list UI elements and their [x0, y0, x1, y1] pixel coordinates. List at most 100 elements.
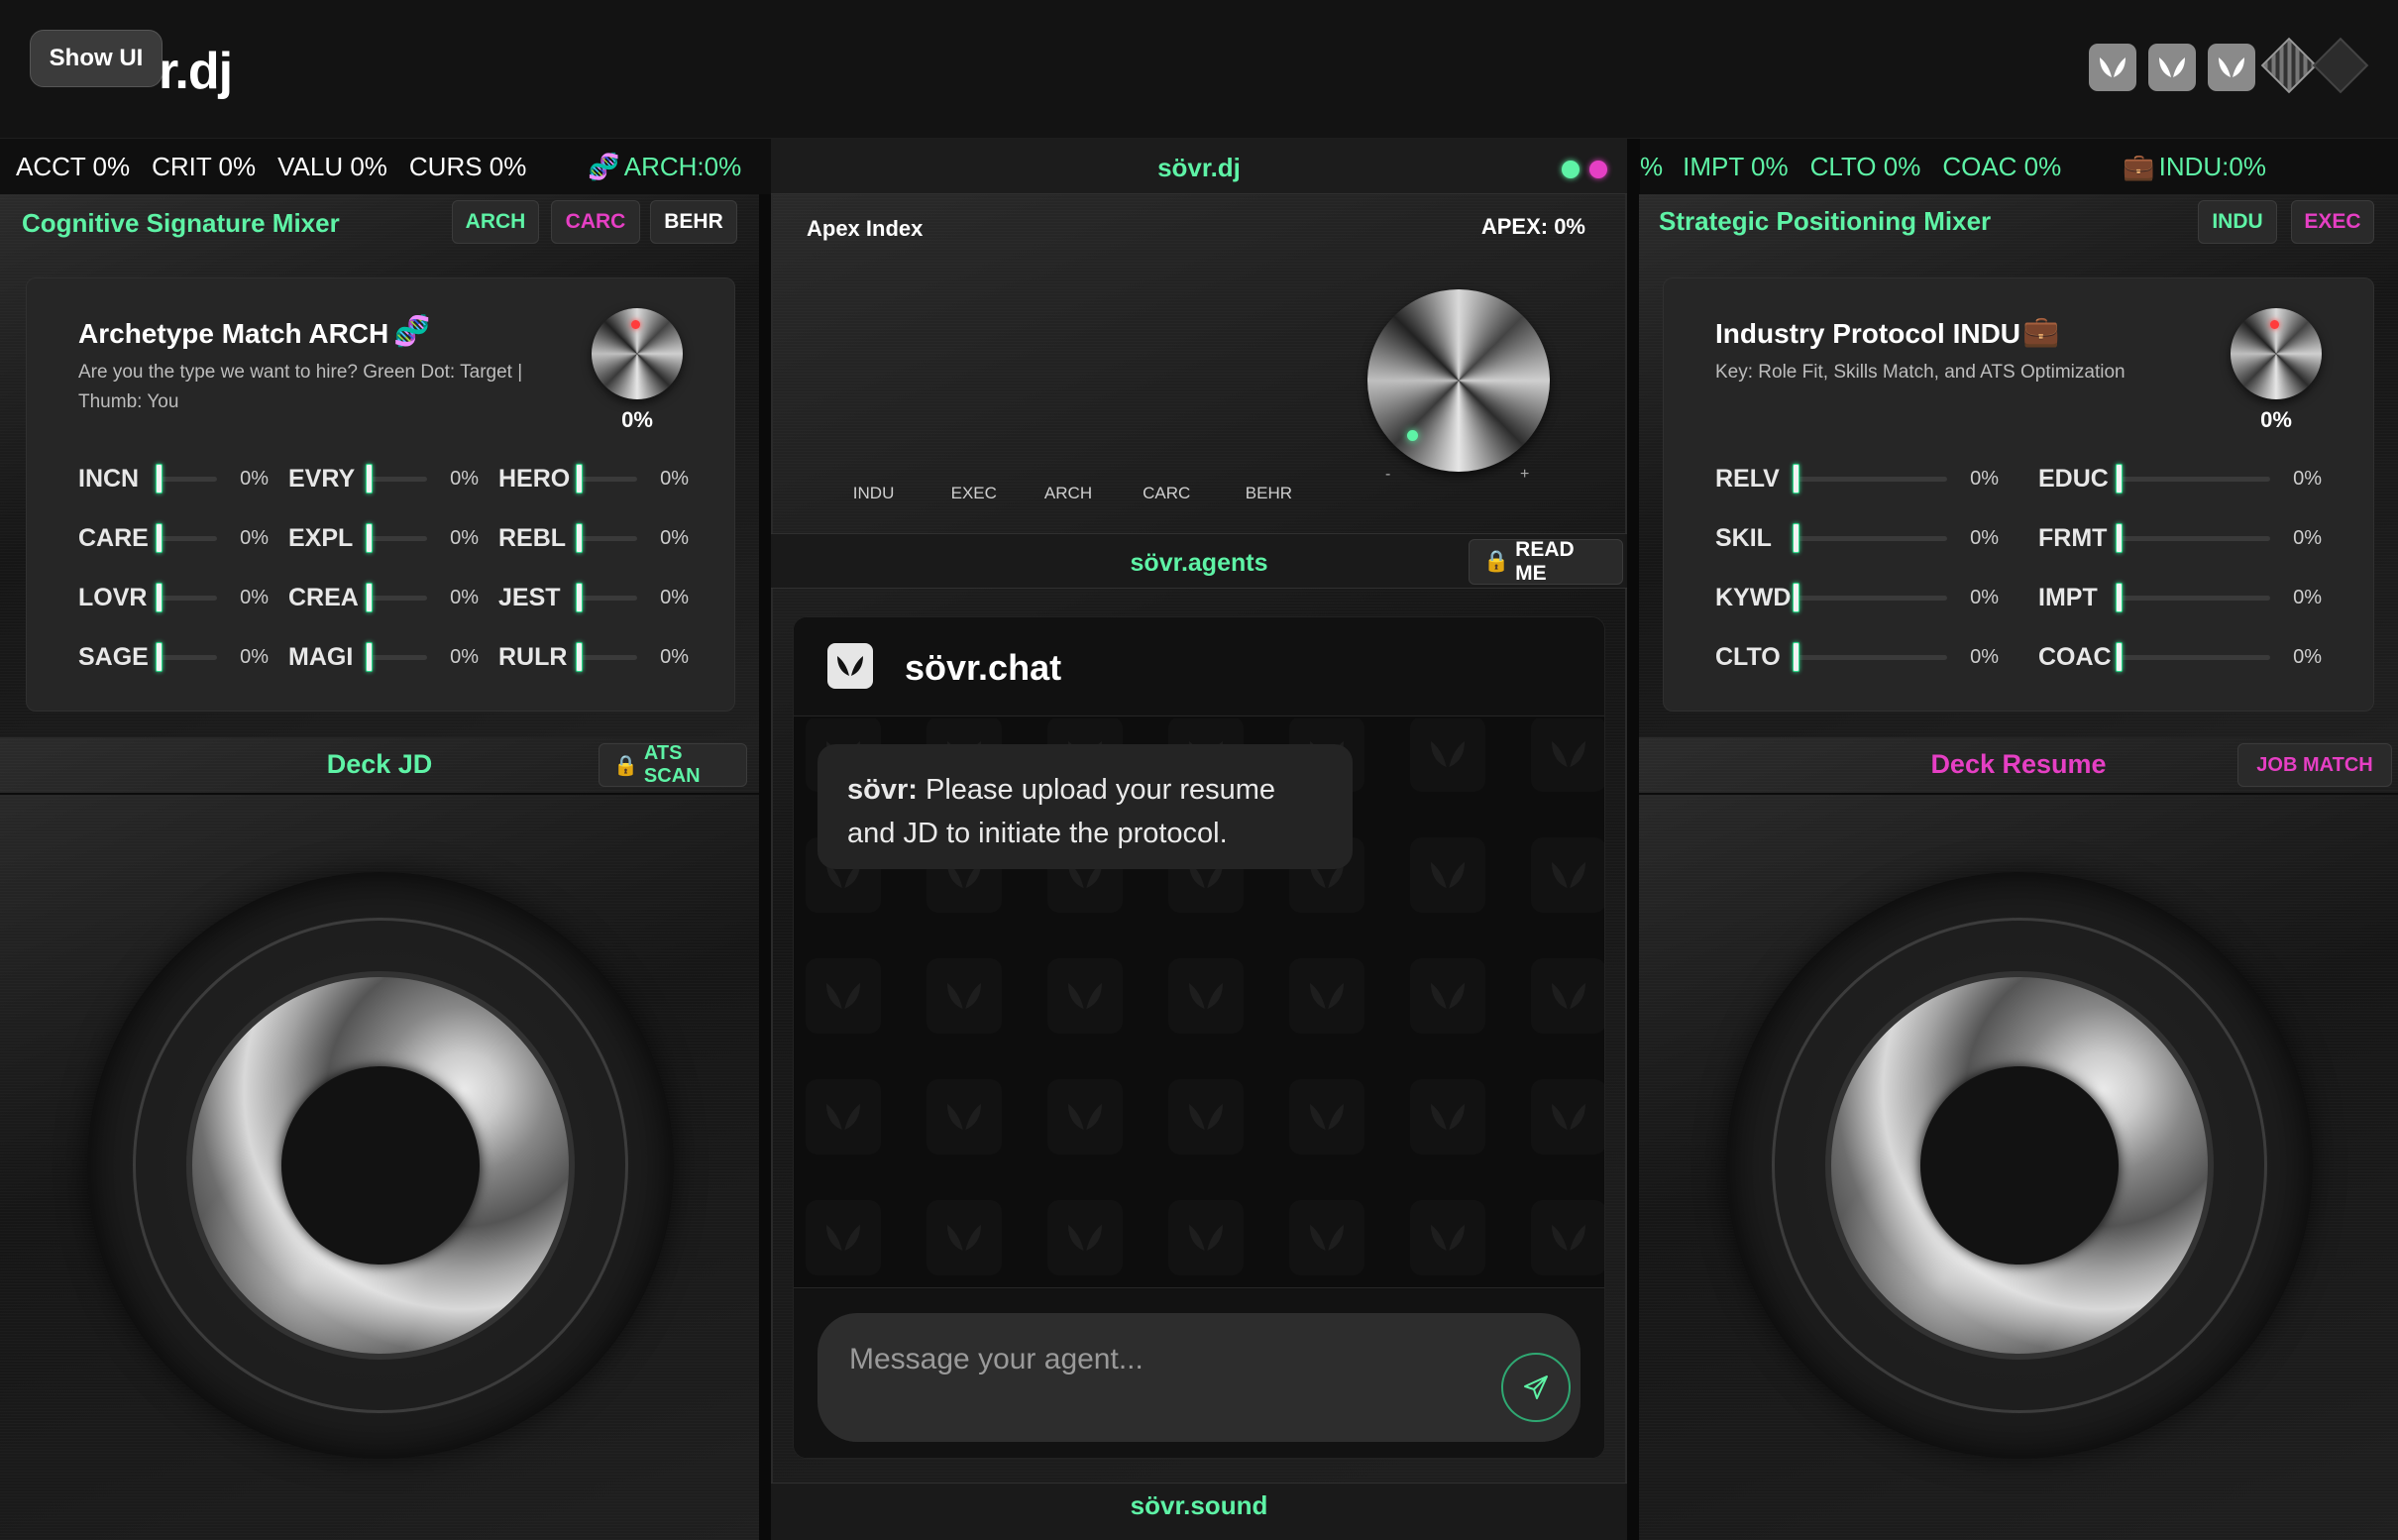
slider-thumb[interactable]	[576, 463, 583, 494]
slider-track[interactable]	[156, 463, 217, 494]
show-ui-button[interactable]: Show UI	[30, 30, 163, 87]
slider-label: RULR	[498, 642, 568, 671]
slider-row: CARE 0%	[78, 508, 288, 568]
indu-button[interactable]: INDU	[2198, 200, 2277, 244]
slider-value: 0%	[2293, 467, 2322, 490]
slider-thumb[interactable]	[576, 522, 583, 553]
pattern-leaf-icon	[1531, 1079, 1604, 1155]
slider-track[interactable]	[156, 641, 217, 672]
slider-thumb[interactable]	[366, 463, 373, 494]
slider-track[interactable]	[366, 522, 427, 553]
slider-thumb[interactable]	[366, 582, 373, 612]
slider-thumb[interactable]	[1793, 641, 1799, 672]
platter-center	[281, 1066, 480, 1265]
slider-thumb[interactable]	[2116, 582, 2123, 612]
ticker-item: VALU 0%	[277, 151, 387, 181]
ticker-item: CRIT 0%	[152, 151, 257, 181]
deck-resume-turntable[interactable]	[1726, 872, 2313, 1459]
slider-thumb[interactable]	[366, 522, 373, 553]
exec-button[interactable]: EXEC	[2291, 200, 2374, 244]
slider-label: EDUC	[2038, 464, 2109, 493]
ticker-item: COAC 0%	[1942, 151, 2062, 181]
arch-button[interactable]: ARCH	[452, 200, 539, 244]
pattern-leaf-icon	[1410, 718, 1485, 792]
ticker-item: %	[1640, 151, 1664, 181]
apex-knob[interactable]	[1367, 289, 1550, 472]
slider-row: SKIL 0%	[1715, 508, 2038, 568]
slider-row: MAGI 0%	[288, 627, 498, 687]
slider-track[interactable]	[2116, 582, 2270, 612]
job-match-button[interactable]: JOB MATCH	[2237, 743, 2392, 787]
slider-thumb[interactable]	[2116, 522, 2123, 553]
slider-track[interactable]	[1793, 582, 1947, 612]
slider-thumb[interactable]	[1793, 463, 1799, 494]
slider-track[interactable]	[2116, 522, 2270, 553]
carc-button[interactable]: CARC	[551, 200, 640, 244]
slider-thumb[interactable]	[1793, 582, 1799, 612]
slider-label: JEST	[498, 583, 561, 611]
slider-thumb[interactable]	[156, 522, 163, 553]
sovr-leaf-icon[interactable]	[2089, 44, 2136, 91]
divider	[1639, 793, 2398, 795]
lock-icon: 🔒	[1483, 550, 1510, 573]
slider-track[interactable]	[156, 582, 217, 612]
slider-track[interactable]	[156, 522, 217, 553]
slider-track[interactable]	[366, 582, 427, 612]
lock-icon: 🔒	[613, 754, 638, 777]
slider-thumb[interactable]	[156, 463, 163, 494]
left-mixer-title: Cognitive Signature Mixer	[22, 208, 340, 238]
ticker-right: % IMPT 0% CLTO 0% COAC 0% 💼 INDU:0%	[1640, 139, 2398, 194]
slider-track[interactable]	[576, 641, 637, 672]
pattern-leaf-icon	[1410, 958, 1485, 1034]
platter-center	[1920, 1066, 2119, 1265]
send-button[interactable]	[1501, 1353, 1571, 1422]
slider-track[interactable]	[366, 641, 427, 672]
slider-track[interactable]	[366, 463, 427, 494]
slider-thumb[interactable]	[1793, 522, 1799, 553]
card-subtitle: Key: Role Fit, Skills Match, and ATS Opt…	[1715, 362, 2126, 383]
slider-thumb[interactable]	[156, 641, 163, 672]
pattern-leaf-icon	[1047, 1200, 1123, 1275]
pattern-leaf-icon	[1289, 958, 1364, 1034]
slider-track[interactable]	[2116, 463, 2270, 494]
pattern-leaf-icon	[926, 1079, 1002, 1155]
behr-button[interactable]: BEHR	[650, 200, 737, 244]
industry-knob[interactable]	[2231, 308, 2322, 399]
sovr-leaf-icon[interactable]	[2208, 44, 2255, 91]
apex-axis: INDU EXEC ARCH CARC BEHR	[822, 484, 1318, 503]
slider-track[interactable]	[576, 463, 637, 494]
industry-card: Industry Protocol INDU 💼 Key: Role Fit, …	[1663, 277, 2374, 712]
ticker-item: ARCH:0%	[623, 151, 742, 181]
ticker-item: CLTO 0%	[1809, 151, 1921, 181]
slider-thumb[interactable]	[2116, 463, 2123, 494]
chat-title: sövr.chat	[905, 647, 1062, 688]
slider-thumb[interactable]	[576, 582, 583, 612]
pattern-leaf-icon	[1289, 1200, 1364, 1275]
slider-track[interactable]	[1793, 463, 1947, 494]
slider-thumb[interactable]	[156, 582, 163, 612]
pattern-leaf-icon	[1410, 1200, 1485, 1275]
ats-scan-button[interactable]: 🔒 ATS SCAN	[599, 742, 747, 787]
deck-jd-turntable[interactable]	[87, 872, 674, 1459]
slider-value: 0%	[1970, 526, 1999, 549]
slider-thumb[interactable]	[366, 641, 373, 672]
slider-label: INCN	[78, 464, 140, 493]
ticker-item: CURS 0%	[408, 151, 527, 181]
dna-icon: 🧬	[393, 315, 431, 348]
apex-label: Apex Index	[807, 216, 924, 241]
message-input[interactable]: Message your agent...	[818, 1313, 1580, 1442]
sovr-leaf-icon[interactable]	[2148, 44, 2196, 91]
slider-track[interactable]	[1793, 522, 1947, 553]
archetype-knob[interactable]	[592, 308, 683, 399]
slider-track[interactable]	[2116, 641, 2270, 672]
slider-track[interactable]	[1793, 641, 1947, 672]
slider-thumb[interactable]	[2116, 641, 2123, 672]
pattern-leaf-icon	[1289, 1079, 1364, 1155]
slider-thumb[interactable]	[576, 641, 583, 672]
slider-value: 0%	[450, 526, 479, 549]
slider-track[interactable]	[576, 582, 637, 612]
slider-value: 0%	[1970, 586, 1999, 608]
slider-value: 0%	[660, 526, 689, 549]
read-me-button[interactable]: 🔒 READ ME	[1469, 538, 1623, 585]
slider-track[interactable]	[576, 522, 637, 553]
